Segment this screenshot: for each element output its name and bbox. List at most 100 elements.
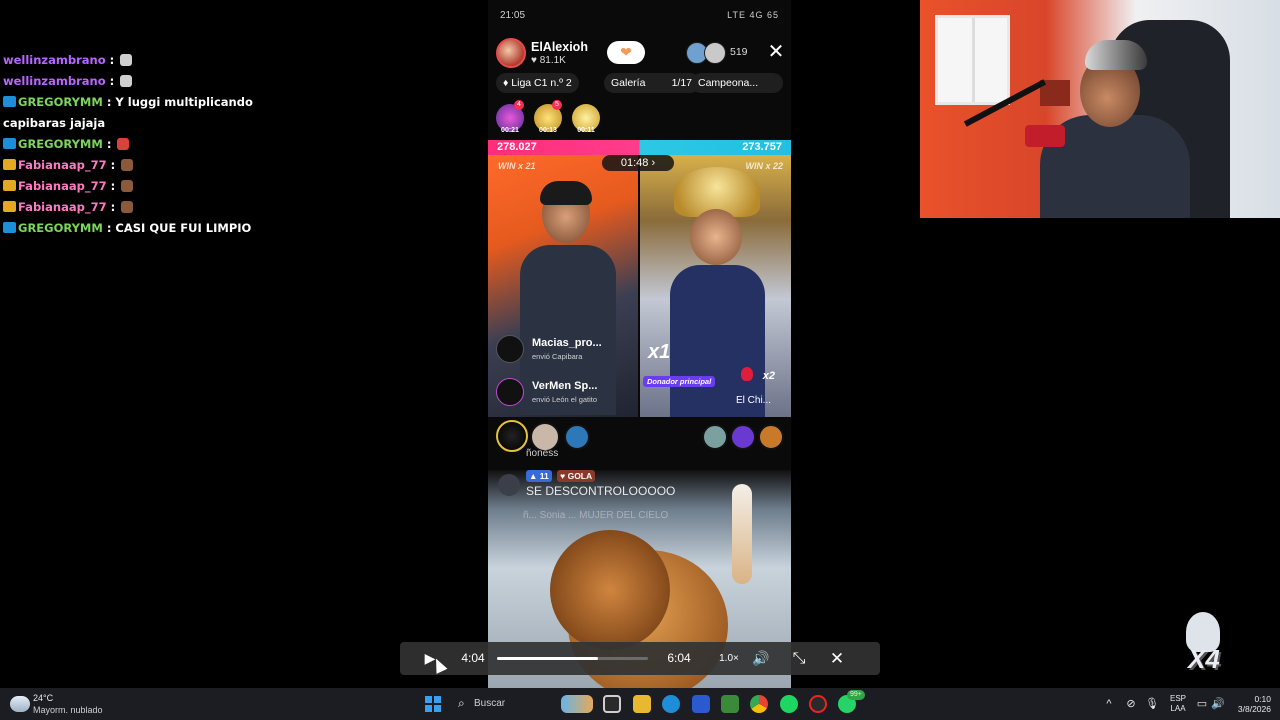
campaign-label: Campeona... bbox=[698, 77, 759, 89]
guest-avatar[interactable] bbox=[730, 424, 756, 450]
chat-username[interactable]: Fabianaap_77 bbox=[18, 179, 107, 193]
microphone-icon[interactable]: 🎙 bbox=[1144, 688, 1160, 720]
seek-bar[interactable] bbox=[497, 657, 648, 660]
chat-separator: : bbox=[102, 95, 116, 109]
chat-message: wellinzambrano : bbox=[3, 71, 263, 92]
comment-previous: ñoness bbox=[526, 448, 559, 459]
guest-avatar[interactable] bbox=[564, 424, 590, 450]
close-icon[interactable]: ✕ bbox=[827, 642, 847, 675]
guest-avatar[interactable] bbox=[758, 424, 784, 450]
seek-progress bbox=[497, 657, 599, 660]
lion-tail bbox=[732, 484, 752, 584]
host-name[interactable]: ElAlexioh bbox=[531, 40, 588, 54]
rose-icon bbox=[741, 367, 753, 381]
chat-username[interactable]: Fabianaap_77 bbox=[18, 200, 107, 214]
viewer-avatars[interactable] bbox=[686, 42, 728, 64]
donor-name: Macias_pro... bbox=[532, 337, 602, 349]
commenter-avatar[interactable] bbox=[498, 474, 520, 496]
gift-badge-dot: 5 bbox=[552, 100, 562, 110]
commenter-badges: ▲ 11 ♥ GOLA bbox=[526, 470, 598, 482]
gift-badge-1[interactable]: 4 00:21 bbox=[496, 100, 524, 134]
gift-badge-2[interactable]: 5 00:13 bbox=[534, 100, 562, 134]
donor-row-1[interactable]: Macias_pro... envió Capibara bbox=[496, 335, 636, 365]
weather-temp[interactable]: 24°C bbox=[33, 693, 53, 703]
gift-badge-time: 00:11 bbox=[577, 127, 595, 134]
minecraft-icon[interactable] bbox=[721, 695, 739, 713]
emote-icon bbox=[117, 138, 130, 150]
gift-badge-time: 00:13 bbox=[539, 127, 557, 134]
store-icon[interactable] bbox=[692, 695, 710, 713]
emote-icon bbox=[120, 54, 133, 66]
spotify-icon[interactable] bbox=[780, 695, 798, 713]
battle-timer[interactable]: 01:48 › bbox=[602, 155, 674, 171]
system-clock[interactable]: 0:10 3/8/2026 bbox=[1225, 694, 1271, 714]
guest-avatar[interactable] bbox=[702, 424, 728, 450]
close-icon[interactable]: ✕ bbox=[764, 40, 788, 64]
file-explorer-icon[interactable] bbox=[633, 695, 651, 713]
clock-date: 3/8/2026 bbox=[1237, 704, 1271, 714]
donor-row-2[interactable]: VerMen Sp... envió León el gatito bbox=[496, 378, 636, 408]
league-pill[interactable]: ♦ Liga C1 n.º 2 bbox=[496, 73, 579, 93]
comment-text: SE DESCONTROLOOOOO bbox=[526, 484, 676, 498]
chat-message: Fabianaap_77 : bbox=[3, 176, 263, 197]
viewer-count[interactable]: 519 bbox=[730, 46, 748, 58]
edge-icon[interactable] bbox=[662, 695, 680, 713]
speed-button[interactable]: 1.0× bbox=[718, 642, 740, 675]
fan-badge: ♥ GOLA bbox=[557, 470, 596, 482]
search-placeholder: Buscar bbox=[474, 698, 506, 709]
multiplier-label: x1 bbox=[648, 341, 671, 363]
subscriber-badge-icon bbox=[3, 159, 16, 170]
heart-follow-button[interactable]: ❤ bbox=[607, 41, 645, 64]
weather-desc[interactable]: Mayorm. nublado bbox=[33, 705, 103, 715]
fan-tag: GOLA bbox=[567, 471, 593, 481]
chevron-up-icon[interactable]: ^ bbox=[1100, 688, 1118, 720]
search-input[interactable]: ⌕ Buscar bbox=[450, 693, 600, 715]
win-streak-right: WIN x 22 bbox=[745, 161, 783, 171]
chrome-icon[interactable] bbox=[750, 695, 768, 713]
league-label: Liga C1 n.º 2 bbox=[511, 77, 572, 89]
cloud-icon[interactable] bbox=[10, 696, 30, 712]
room-window bbox=[935, 15, 1010, 105]
chat-username[interactable]: wellinzambrano bbox=[3, 53, 106, 67]
volume-icon[interactable]: 🔊 bbox=[751, 642, 771, 675]
faded-comment: ñ... Sonia ... MUJER DEL CIELO bbox=[523, 510, 669, 521]
lang-bottom: LAA bbox=[1170, 704, 1186, 713]
streamer-hair bbox=[540, 181, 592, 205]
chat-username[interactable]: wellinzambrano bbox=[3, 74, 106, 88]
campaign-pill[interactable]: Campeona... bbox=[691, 73, 783, 93]
moderator-badge-icon bbox=[3, 138, 16, 149]
battle-timer-value: 01:48 bbox=[620, 157, 649, 169]
donor-gift: envió Capibara bbox=[532, 352, 583, 361]
chat-username[interactable]: GREGORYMM bbox=[18, 95, 103, 109]
gallery-label: Galería bbox=[611, 77, 646, 89]
chat-username[interactable]: Fabianaap_77 bbox=[18, 158, 107, 172]
gift-badge-3[interactable]: 00:11 bbox=[572, 104, 600, 134]
chat-text: CASI QUE FUI LIMPIO bbox=[115, 221, 252, 235]
windows-start-icon[interactable] bbox=[425, 696, 441, 712]
host-avatar[interactable] bbox=[496, 38, 526, 68]
volume-icon[interactable]: 🔊 bbox=[1210, 688, 1226, 720]
network-off-icon[interactable]: ⊘ bbox=[1122, 688, 1140, 720]
chat-username[interactable]: GREGORYMM bbox=[18, 137, 103, 151]
gallery-pill[interactable]: Galería 1/17 bbox=[604, 73, 700, 93]
taskbar: 24°C Mayorm. nublado ⌕ Buscar 99+ ^ ⊘ 🎙 … bbox=[0, 688, 1280, 720]
gift-badge-dot: 4 bbox=[514, 100, 524, 110]
task-view-icon[interactable] bbox=[603, 695, 621, 713]
opponent-name[interactable]: El Chi... bbox=[736, 395, 771, 406]
language-indicator[interactable]: ESP LAA bbox=[1166, 694, 1190, 714]
obs-icon[interactable] bbox=[809, 695, 827, 713]
host-likes-value: 81.1K bbox=[539, 55, 566, 66]
screen: wellinzambrano : wellinzambrano : GREGOR… bbox=[0, 0, 1280, 720]
phone-status-bar: 21:05 LTE 4G 65 bbox=[488, 8, 791, 24]
donor-name: VerMen Sp... bbox=[532, 380, 598, 392]
chat-separator: : bbox=[105, 74, 119, 88]
chat-username[interactable]: GREGORYMM bbox=[18, 221, 103, 235]
total-time: 6:04 bbox=[667, 651, 691, 665]
emote-icon bbox=[120, 75, 133, 87]
chat-message: GREGORYMM : CASI QUE FUI LIMPIO bbox=[3, 218, 263, 239]
clock-time: 0:10 bbox=[1254, 694, 1271, 704]
exit-fullscreen-icon[interactable]: ⤡ bbox=[789, 642, 809, 675]
subscriber-badge-icon bbox=[3, 180, 16, 191]
lion-mane bbox=[550, 530, 670, 650]
display-icon[interactable]: ▭ bbox=[1194, 688, 1210, 720]
